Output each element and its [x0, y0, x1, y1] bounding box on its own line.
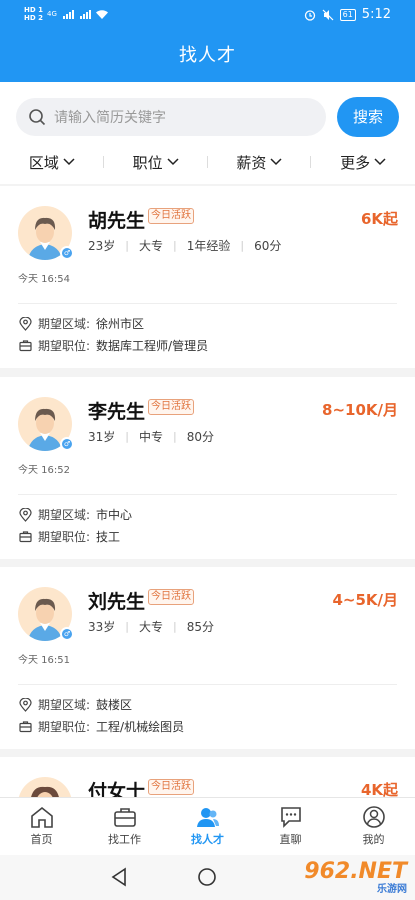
- candidate-meta: 23岁 | 大专 | 1年经验 | 60分: [88, 239, 282, 253]
- filter-bar: 区域 职位 薪资 更多: [0, 150, 415, 174]
- network-type: 4G: [46, 10, 57, 18]
- search-placeholder: 请输入简历关键字: [54, 110, 166, 126]
- filter-salary[interactable]: 薪资: [208, 150, 312, 174]
- active-badge: 今日活跃: [148, 779, 194, 795]
- active-badge: 今日活跃: [148, 589, 194, 605]
- candidate-name: 刘先生: [88, 591, 146, 613]
- candidate-name: 李先生: [88, 401, 146, 423]
- candidate-meta: 33岁 | 大专 | 85分: [88, 620, 215, 634]
- candidate-meta: 31岁 | 中专 | 80分: [88, 430, 215, 444]
- mute-icon: [322, 9, 334, 20]
- active-time: 今天 16:54: [18, 274, 70, 285]
- briefcase-icon: [19, 531, 32, 543]
- clock: 5:12: [361, 7, 391, 22]
- search-icon: [29, 109, 46, 126]
- salary: 8~10K/月: [322, 401, 398, 419]
- search-input[interactable]: 请输入简历关键字: [16, 98, 326, 136]
- home-icon: [30, 806, 53, 828]
- chevron-down-icon: [270, 158, 282, 166]
- signal-icon-2: [79, 9, 91, 19]
- briefcase-icon: [113, 808, 136, 827]
- filter-position[interactable]: 职位: [104, 150, 208, 174]
- active-badge: 今日活跃: [148, 399, 194, 415]
- system-nav-bar: 962.NET 乐游网: [0, 855, 415, 900]
- avatar: [18, 777, 72, 797]
- active-badge: 今日活跃: [148, 208, 194, 224]
- salary: 4K起: [360, 781, 398, 797]
- wifi-icon: [95, 9, 108, 19]
- tab-find-talent[interactable]: 找人才: [166, 798, 249, 855]
- bottom-tab-bar: 首页 找工作 找人才 直聊 我的: [0, 797, 415, 855]
- expected-position: 期望职位: 数据库工程师/管理员: [19, 337, 208, 354]
- tab-chat[interactable]: 直聊: [249, 798, 332, 855]
- watermark: 962.NET 乐游网: [304, 859, 407, 895]
- expected-position: 期望职位: 工程/机械绘图员: [19, 718, 184, 735]
- filter-area[interactable]: 区域: [0, 150, 104, 174]
- battery-indicator: 61: [339, 8, 356, 21]
- candidate-card[interactable]: 付女士 今日活跃 4K起: [0, 757, 415, 797]
- page-title: 找人才: [0, 30, 415, 82]
- chevron-down-icon: [374, 158, 386, 166]
- filter-more[interactable]: 更多: [311, 150, 415, 174]
- tab-home[interactable]: 首页: [0, 798, 83, 855]
- active-time: 今天 16:52: [18, 465, 70, 476]
- back-icon[interactable]: [110, 867, 128, 887]
- user-icon: [362, 806, 385, 828]
- home-circle-icon[interactable]: [197, 867, 217, 887]
- candidate-card[interactable]: ♂ 今天 16:52 李先生 今日活跃 8~10K/月 31岁 | 中专 | 80分…: [0, 377, 415, 559]
- location-icon: [19, 507, 32, 522]
- expected-area: 期望区域: 市中心: [19, 506, 132, 523]
- active-time: 今天 16:51: [18, 655, 70, 666]
- expected-area: 期望区域: 徐州市区: [19, 315, 144, 332]
- search-area: 请输入简历关键字 搜索 区域 职位 薪资 更多: [0, 82, 415, 184]
- candidate-name: 付女士: [88, 781, 146, 797]
- search-button[interactable]: 搜索: [337, 97, 399, 137]
- male-icon: ♂: [60, 437, 74, 451]
- status-bar: HD 1 HD 2 4G 61 5:12: [0, 0, 415, 30]
- expected-position: 期望职位: 技工: [19, 528, 120, 545]
- expected-area: 期望区域: 鼓楼区: [19, 696, 132, 713]
- chevron-down-icon: [167, 158, 179, 166]
- salary: 6K起: [360, 210, 398, 228]
- candidate-card[interactable]: ♂ 今天 16:54 胡先生 今日活跃 6K起 23岁 | 大专 | 1年经验 | 6…: [0, 186, 415, 368]
- network-indicators: HD 1 HD 2 4G: [24, 6, 109, 22]
- signal-icon: [62, 9, 74, 19]
- briefcase-icon: [19, 340, 32, 352]
- candidate-name: 胡先生: [88, 210, 146, 232]
- location-icon: [19, 316, 32, 331]
- tab-mine[interactable]: 我的: [332, 798, 415, 855]
- people-icon: [196, 808, 219, 827]
- chat-icon: [280, 807, 301, 828]
- divider: [18, 303, 397, 304]
- candidate-card[interactable]: ♂ 今天 16:51 刘先生 今日活跃 4~5K/月 33岁 | 大专 | 85分 …: [0, 567, 415, 749]
- alarm-icon: [304, 9, 315, 21]
- male-icon: ♂: [60, 627, 74, 641]
- location-icon: [19, 697, 32, 712]
- divider: [18, 684, 397, 685]
- divider: [18, 494, 397, 495]
- tab-find-job[interactable]: 找工作: [83, 798, 166, 855]
- chevron-down-icon: [63, 158, 75, 166]
- salary: 4~5K/月: [332, 591, 398, 609]
- briefcase-icon: [19, 721, 32, 733]
- male-icon: ♂: [60, 246, 74, 260]
